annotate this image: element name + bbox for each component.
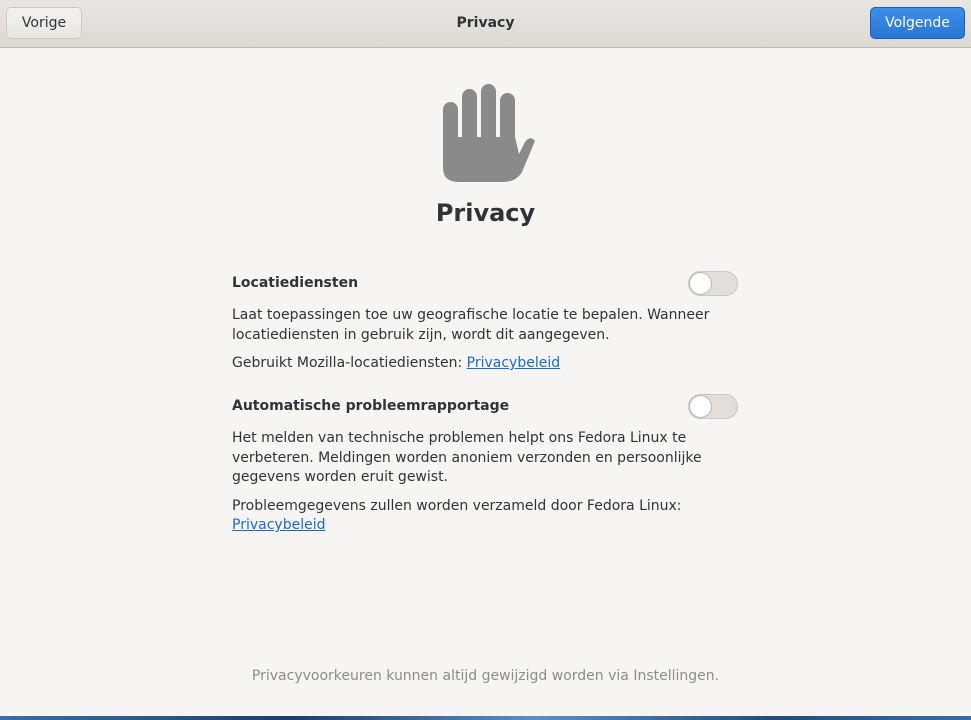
problem-reporting-section: Automatische probleemrapportage Het meld… <box>232 396 742 536</box>
problem-reporting-title: Automatische probleemrapportage <box>232 398 510 414</box>
problem-reporting-description: Het melden van technische problemen help… <box>232 430 702 485</box>
location-note-text: Gebruikt Mozilla-locatiediensten: <box>232 355 467 371</box>
problem-reporting-toggle[interactable] <box>688 394 738 419</box>
footer-hint: Privacyvoorkeuren kunnen altijd gewijzig… <box>251 668 720 684</box>
location-title: Locatiediensten <box>232 275 359 291</box>
hand-stop-icon <box>443 84 535 182</box>
header-title: Privacy <box>456 15 515 31</box>
desktop-wallpaper-strip <box>0 716 971 720</box>
next-button[interactable]: Volgende <box>870 7 965 39</box>
location-section: Locatiediensten Laat toepassingen toe uw… <box>232 273 742 374</box>
page-title: Privacy <box>435 199 536 227</box>
problem-reporting-note: Probleemgegevens zullen worden verzameld… <box>232 497 742 536</box>
problem-reporting-privacy-link[interactable]: Privacybeleid <box>232 517 325 533</box>
toggle-knob <box>689 395 712 418</box>
location-privacy-link[interactable]: Privacybeleid <box>467 355 560 371</box>
location-note: Gebruikt Mozilla-locatiediensten: Privac… <box>232 354 742 374</box>
location-description: Laat toepassingen toe uw geografische lo… <box>232 307 710 343</box>
header-bar: Vorige Privacy Volgende <box>0 0 971 48</box>
location-toggle[interactable] <box>688 271 738 296</box>
problem-reporting-note-text: Probleemgegevens zullen worden verzameld… <box>232 497 682 514</box>
toggle-knob <box>689 272 712 295</box>
